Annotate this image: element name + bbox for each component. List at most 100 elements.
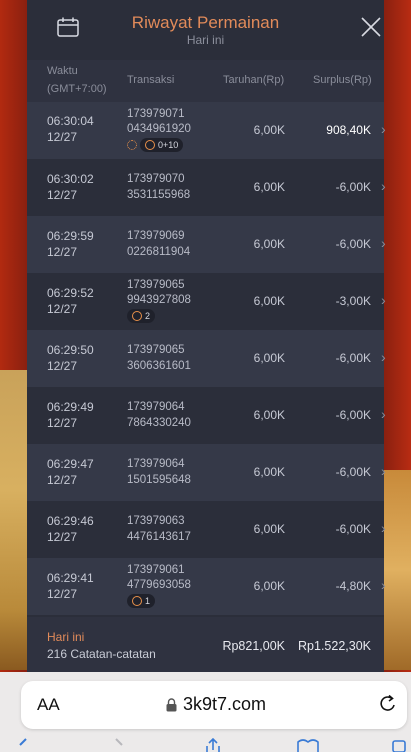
row-time: 06:29:50 bbox=[47, 343, 94, 357]
row-tx-id-1: 173979071 bbox=[127, 108, 185, 120]
reader-settings-button[interactable]: AA bbox=[37, 695, 60, 715]
row-date: 12/27 bbox=[47, 473, 78, 487]
chevron-right-icon: › bbox=[381, 292, 386, 308]
lock-icon bbox=[166, 697, 177, 711]
row-date: 12/27 bbox=[47, 188, 78, 202]
reload-icon[interactable] bbox=[378, 693, 398, 715]
row-tx-id-1: 173979061 bbox=[127, 564, 185, 576]
row-tx-id-2: 1501595648 bbox=[127, 474, 191, 486]
col-transaction: Transaksi bbox=[127, 74, 175, 86]
row-badges: 0+10 bbox=[127, 138, 184, 152]
row-date: 12/27 bbox=[47, 530, 78, 544]
respin-icon bbox=[127, 140, 137, 150]
row-bet: 6,00K bbox=[253, 579, 285, 593]
chevron-right-icon: › bbox=[381, 406, 386, 422]
close-icon[interactable] bbox=[360, 16, 382, 38]
history-row[interactable]: 06:29:47 12/27 173979064 1501595648 6,00… bbox=[27, 444, 386, 501]
chevron-right-icon: › bbox=[381, 235, 386, 251]
history-row[interactable]: 06:30:02 12/27 173979070 3531155968 6,00… bbox=[27, 159, 386, 216]
summary-footer: Hari ini 216 Catatan-catatan Rp821,00K R… bbox=[27, 617, 384, 672]
row-time: 06:30:02 bbox=[47, 172, 94, 186]
row-time: 06:29:52 bbox=[47, 286, 94, 300]
history-row[interactable]: 06:29:59 12/27 173979069 0226811904 6,00… bbox=[27, 216, 386, 273]
history-row[interactable]: 06:30:04 12/27 173979071 0434961920 0+10… bbox=[27, 102, 386, 159]
badge-text: 1 bbox=[145, 596, 151, 606]
row-tx-id-1: 173979064 bbox=[127, 401, 185, 413]
tabs-icon[interactable] bbox=[392, 738, 408, 752]
row-time: 06:29:41 bbox=[47, 571, 94, 585]
row-bet: 6,00K bbox=[253, 294, 285, 308]
chevron-right-icon: › bbox=[381, 178, 386, 194]
row-bet: 6,00K bbox=[253, 237, 285, 251]
history-row[interactable]: 06:29:52 12/27 173979065 9943927808 2 6,… bbox=[27, 273, 386, 330]
page-title: Riwayat Permainan bbox=[131, 13, 280, 32]
col-bet: Taruhan(Rp) bbox=[223, 74, 285, 86]
address-bar[interactable]: AA 3k9t7.com bbox=[21, 681, 407, 729]
row-date: 12/27 bbox=[47, 416, 78, 430]
free-spin-badge: 0+10 bbox=[140, 138, 184, 152]
row-surplus: -6,00K bbox=[335, 237, 371, 251]
row-bet: 6,00K bbox=[253, 180, 285, 194]
badge-text: 0+10 bbox=[158, 140, 179, 150]
free-spin-badge: 2 bbox=[127, 309, 156, 323]
game-history-panel: Riwayat Permainan Hari ini Waktu (GMT+7:… bbox=[27, 0, 386, 672]
forward-icon[interactable] bbox=[112, 738, 126, 752]
chevron-right-icon: › bbox=[381, 577, 386, 593]
bookmarks-icon[interactable] bbox=[296, 738, 320, 752]
background-food-left bbox=[0, 370, 27, 670]
summary-period: Hari ini bbox=[47, 630, 85, 644]
row-tx-id-1: 173979070 bbox=[127, 173, 185, 185]
row-bet: 6,00K bbox=[253, 408, 285, 422]
history-row[interactable]: 06:29:46 12/27 173979063 4476143617 6,00… bbox=[27, 501, 386, 558]
history-row[interactable]: 06:29:50 12/27 173979065 3606361601 6,00… bbox=[27, 330, 386, 387]
row-date: 12/27 bbox=[47, 359, 78, 373]
row-tx-id-2: 4476143617 bbox=[127, 531, 191, 543]
free-spin-icon bbox=[145, 140, 155, 150]
background-food-right bbox=[384, 470, 411, 670]
row-date: 12/27 bbox=[47, 302, 78, 316]
chevron-right-icon: › bbox=[381, 463, 386, 479]
browser-toolbar: AA 3k9t7.com bbox=[0, 672, 411, 752]
row-surplus: -6,00K bbox=[335, 351, 371, 365]
free-spin-icon bbox=[132, 311, 142, 321]
row-time: 06:29:49 bbox=[47, 400, 94, 414]
row-time: 06:30:04 bbox=[47, 114, 94, 128]
row-surplus: -3,00K bbox=[335, 294, 371, 308]
row-tx-id-2: 0226811904 bbox=[127, 246, 191, 258]
badge-text: 2 bbox=[145, 311, 151, 321]
row-surplus: 908,40K bbox=[326, 123, 371, 137]
row-date: 12/27 bbox=[47, 245, 78, 259]
free-spin-badge: 1 bbox=[127, 594, 156, 608]
back-icon[interactable] bbox=[16, 738, 30, 752]
history-row[interactable]: 06:29:49 12/27 173979064 7864330240 6,00… bbox=[27, 387, 386, 444]
col-time-label: Waktu bbox=[47, 65, 78, 77]
col-surplus: Surplus(Rp) bbox=[313, 74, 372, 86]
share-icon[interactable] bbox=[204, 738, 222, 752]
row-surplus: -6,00K bbox=[335, 522, 371, 536]
row-surplus: -6,00K bbox=[335, 408, 371, 422]
domain-text: 3k9t7.com bbox=[183, 694, 267, 714]
row-tx-id-1: 173979069 bbox=[127, 230, 185, 242]
row-tx-id-2: 0434961920 bbox=[127, 123, 191, 135]
history-row[interactable]: 06:29:41 12/27 173979061 4779693058 1 6,… bbox=[27, 558, 386, 615]
row-tx-id-1: 173979065 bbox=[127, 279, 185, 291]
free-spin-icon bbox=[132, 596, 142, 606]
row-surplus: -4,80K bbox=[335, 579, 371, 593]
row-bet: 6,00K bbox=[253, 351, 285, 365]
summary-record-count: 216 Catatan-catatan bbox=[47, 647, 156, 661]
row-time: 06:29:46 bbox=[47, 514, 94, 528]
col-time-zone: (GMT+7:00) bbox=[47, 83, 107, 95]
row-badges: 1 bbox=[127, 594, 156, 608]
row-date: 12/27 bbox=[47, 130, 78, 144]
row-tx-id-2: 9943927808 bbox=[127, 294, 191, 306]
page-subtitle: Hari ini bbox=[186, 33, 225, 47]
url-display[interactable]: 3k9t7.com bbox=[166, 694, 266, 715]
row-bet: 6,00K bbox=[253, 465, 285, 479]
row-date: 12/27 bbox=[47, 587, 78, 601]
row-tx-id-1: 173979064 bbox=[127, 458, 185, 470]
row-badges: 2 bbox=[127, 309, 156, 323]
chevron-right-icon: › bbox=[381, 520, 386, 536]
column-header: Waktu (GMT+7:00) Transaksi Taruhan(Rp) S… bbox=[27, 60, 384, 102]
row-bet: 6,00K bbox=[253, 123, 285, 137]
row-tx-id-2: 3606361601 bbox=[127, 360, 191, 372]
